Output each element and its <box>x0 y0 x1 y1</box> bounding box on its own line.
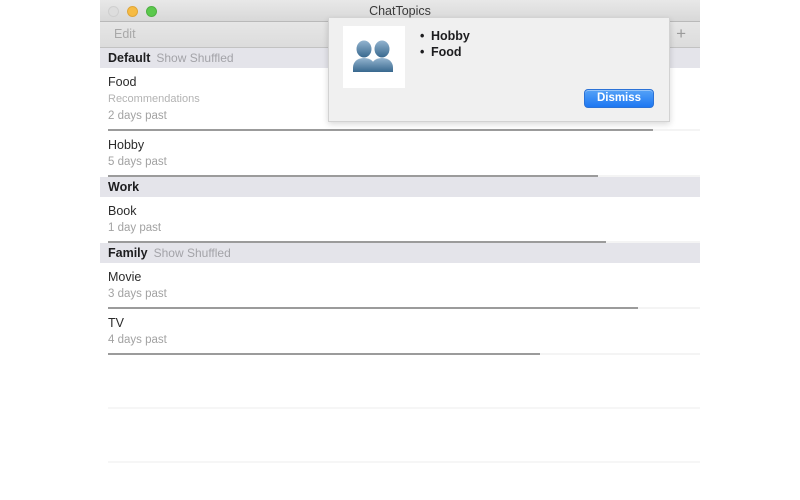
list-item-date: 1 day past <box>108 222 162 234</box>
edit-button[interactable]: Edit <box>114 22 136 47</box>
list-item[interactable]: Movie 3 days past <box>100 263 700 307</box>
list-item-title: Book <box>108 204 137 218</box>
app-window: ChatTopics Edit + Default Show Shuffled Fo… <box>100 0 700 500</box>
dialog-bullet-item: Food <box>420 44 470 60</box>
add-icon[interactable]: + <box>676 22 686 47</box>
list-item-date: 3 days past <box>108 288 167 300</box>
list-item-title: Movie <box>108 270 142 284</box>
show-shuffled-link[interactable]: Show Shuffled <box>154 246 231 260</box>
empty-list-row[interactable] <box>100 463 700 500</box>
show-shuffled-link[interactable]: Show Shuffled <box>156 51 233 65</box>
list-item[interactable]: Hobby 5 days past <box>100 131 700 175</box>
dialog-bullet-list: HobbyFood <box>417 28 470 60</box>
list-item[interactable]: Book 1 day past <box>100 197 700 241</box>
section-title: Default <box>108 51 151 65</box>
section-header-work: Work <box>100 177 700 197</box>
list-separator-fill <box>108 353 540 355</box>
empty-list-row[interactable] <box>100 355 700 407</box>
two-people-icon <box>343 26 405 88</box>
list-item[interactable]: TV 4 days past <box>100 309 700 353</box>
list-item-date: 4 days past <box>108 334 167 346</box>
section-title: Family <box>108 246 148 260</box>
list-item-title: Hobby <box>108 138 145 152</box>
section-header-family: Family Show Shuffled <box>100 243 700 263</box>
list-item-title: TV <box>108 316 124 330</box>
list-separator <box>108 407 700 409</box>
list-item-date: 5 days past <box>108 156 167 168</box>
shuffled-topics-dialog: HobbyFood Dismiss <box>328 18 670 122</box>
list-separator <box>108 461 700 463</box>
list-separator <box>108 353 700 355</box>
empty-list-row[interactable] <box>100 409 700 461</box>
dialog-bullet-item: Hobby <box>420 28 470 44</box>
dismiss-button[interactable]: Dismiss <box>584 89 654 108</box>
section-title: Work <box>108 180 140 194</box>
